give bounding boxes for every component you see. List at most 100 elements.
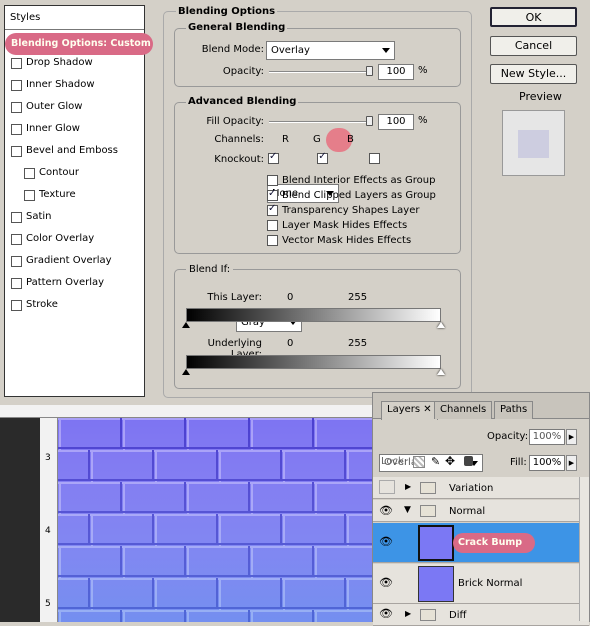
this-layer-gradient[interactable] (186, 308, 441, 322)
eye-icon[interactable]: 👁 (379, 504, 395, 518)
blend-clipped-option[interactable]: Blend Clipped Layers as Group (267, 188, 436, 203)
stroke-checkbox[interactable] (11, 299, 22, 311)
transparency-shapes-option[interactable]: Transparency Shapes Layer (267, 203, 436, 218)
fill-opacity-slider-track[interactable] (269, 121, 373, 123)
style-item-satin[interactable]: Satin (5, 206, 144, 228)
folder-icon (420, 505, 436, 517)
style-item-blending-options[interactable]: Blending Options: Custom (5, 33, 153, 55)
style-item-gradient-overlay[interactable]: Gradient Overlay (5, 250, 144, 272)
layer-row-normal[interactable]: 👁 ▼ Normal (373, 500, 589, 522)
satin-checkbox[interactable] (11, 211, 22, 223)
opacity-slider-track[interactable] (269, 71, 373, 73)
layer-row-variation[interactable]: ▶ Variation (373, 477, 589, 499)
blend-if-group (174, 269, 461, 389)
underlying-min: 0 (287, 338, 294, 349)
chevron-down-icon[interactable]: ▼ (404, 505, 411, 515)
preview-sample (518, 130, 549, 158)
style-item-bevel-emboss[interactable]: Bevel and Emboss (5, 140, 144, 162)
style-item-texture[interactable]: Texture (5, 184, 144, 206)
blend-clipped-label: Blend Clipped Layers as Group (282, 190, 436, 201)
transparency-shapes-checkbox[interactable] (267, 203, 278, 216)
this-layer-white-slider[interactable] (437, 322, 445, 328)
vector-mask-option[interactable]: Vector Mask Hides Effects (267, 233, 436, 248)
style-item-outer-glow[interactable]: Outer Glow (5, 96, 144, 118)
style-item-drop-shadow[interactable]: Drop Shadow (5, 52, 144, 74)
underlying-layer-gradient[interactable] (186, 355, 441, 369)
channel-g-checkbox[interactable] (317, 151, 329, 164)
eye-icon[interactable]: 👁 (379, 576, 395, 590)
channel-r-checkbox[interactable] (268, 151, 279, 164)
blend-clipped-checkbox[interactable] (267, 188, 278, 201)
chevron-down-icon (382, 48, 390, 53)
style-item-stroke[interactable]: Stroke (5, 294, 144, 316)
style-item-pattern-overlay[interactable]: Pattern Overlay (5, 272, 144, 294)
layers-scrollbar[interactable] (579, 477, 589, 621)
new-style-button[interactable]: New Style... (490, 64, 577, 84)
opacity-arrow-icon[interactable]: ▶ (566, 429, 577, 445)
underlying-white-slider[interactable] (437, 369, 445, 375)
chevron-right-icon[interactable]: ▶ (405, 609, 411, 618)
layer-row-diff[interactable]: 👁 ▶ Diff (373, 604, 589, 626)
tab-paths[interactable]: Paths (494, 401, 534, 419)
this-layer-black-slider[interactable] (182, 322, 190, 328)
visibility-toggle[interactable] (379, 480, 395, 494)
underlying-max: 255 (348, 338, 368, 349)
style-item-inner-shadow[interactable]: Inner Shadow (5, 74, 144, 96)
gradient-overlay-checkbox[interactable] (11, 255, 22, 267)
blend-mode-select[interactable]: Overlay (266, 41, 395, 60)
blend-interior-option[interactable]: Blend Interior Effects as Group (267, 173, 436, 188)
channel-g-label: G (313, 134, 321, 145)
inner-shadow-checkbox[interactable] (11, 79, 22, 91)
style-item-label: Inner Shadow (26, 79, 95, 90)
brick-normal-canvas[interactable] (58, 418, 372, 622)
fill-opacity-input[interactable]: 100 (378, 114, 414, 130)
underlying-black-slider[interactable] (182, 369, 190, 375)
pattern-overlay-checkbox[interactable] (11, 277, 22, 289)
styles-list: Styles Drop Shadow Inner Shadow Outer Gl… (4, 5, 145, 397)
tab-layers[interactable]: Layers ✕ (381, 401, 438, 420)
texture-checkbox[interactable] (24, 189, 35, 201)
layer-mask-option[interactable]: Layer Mask Hides Effects (267, 218, 436, 233)
channel-b-checkbox[interactable] (369, 153, 381, 164)
eye-icon[interactable]: 👁 (379, 607, 395, 621)
knockout-label: Knockout: (214, 154, 264, 165)
vector-mask-checkbox[interactable] (267, 235, 278, 246)
drop-shadow-checkbox[interactable] (11, 57, 22, 69)
color-overlay-checkbox[interactable] (11, 233, 22, 245)
style-item-inner-glow[interactable]: Inner Glow (5, 118, 144, 140)
layer-thumbnail[interactable] (418, 566, 454, 602)
lock-transparent-icon[interactable] (413, 456, 425, 468)
style-item-color-overlay[interactable]: Color Overlay (5, 228, 144, 250)
tab-channels[interactable]: Channels (434, 401, 493, 419)
this-layer-label: This Layer: (207, 292, 262, 303)
contour-checkbox[interactable] (24, 167, 35, 179)
layer-row-crack-bump[interactable]: 👁 Crack Bump (373, 523, 589, 563)
lock-all-icon[interactable] (464, 456, 473, 466)
layer-row-brick-normal[interactable]: 👁 Brick Normal (373, 564, 589, 604)
opacity-slider-thumb[interactable] (366, 66, 373, 76)
style-item-contour[interactable]: Contour (5, 162, 144, 184)
cancel-button[interactable]: Cancel (490, 36, 577, 56)
opacity-label: Opacity: (222, 66, 264, 77)
layer-mask-checkbox[interactable] (267, 220, 278, 231)
fill-input[interactable]: 100% (529, 455, 565, 471)
chevron-right-icon[interactable]: ▶ (405, 482, 411, 491)
eye-icon[interactable]: 👁 (379, 535, 395, 549)
blend-interior-checkbox[interactable] (267, 175, 278, 186)
fill-opacity-slider-thumb[interactable] (366, 116, 373, 126)
layer-opacity-input[interactable]: 100% (529, 429, 565, 445)
lock-move-icon[interactable]: ✥ (445, 454, 455, 468)
inner-glow-checkbox[interactable] (11, 123, 22, 135)
close-icon[interactable]: ✕ (423, 404, 431, 415)
lock-paint-icon[interactable]: ✎ (431, 455, 440, 468)
styles-title[interactable]: Styles (5, 6, 144, 30)
ok-button[interactable]: OK (490, 7, 577, 27)
outer-glow-checkbox[interactable] (11, 101, 22, 113)
bevel-emboss-checkbox[interactable] (11, 145, 22, 157)
opacity-input[interactable]: 100 (378, 64, 414, 80)
advanced-blending-title: Advanced Blending (186, 96, 299, 107)
layer-thumbnail[interactable] (418, 525, 454, 561)
horizontal-ruler (0, 405, 372, 418)
fill-arrow-icon[interactable]: ▶ (566, 455, 577, 471)
folder-icon (420, 482, 436, 494)
